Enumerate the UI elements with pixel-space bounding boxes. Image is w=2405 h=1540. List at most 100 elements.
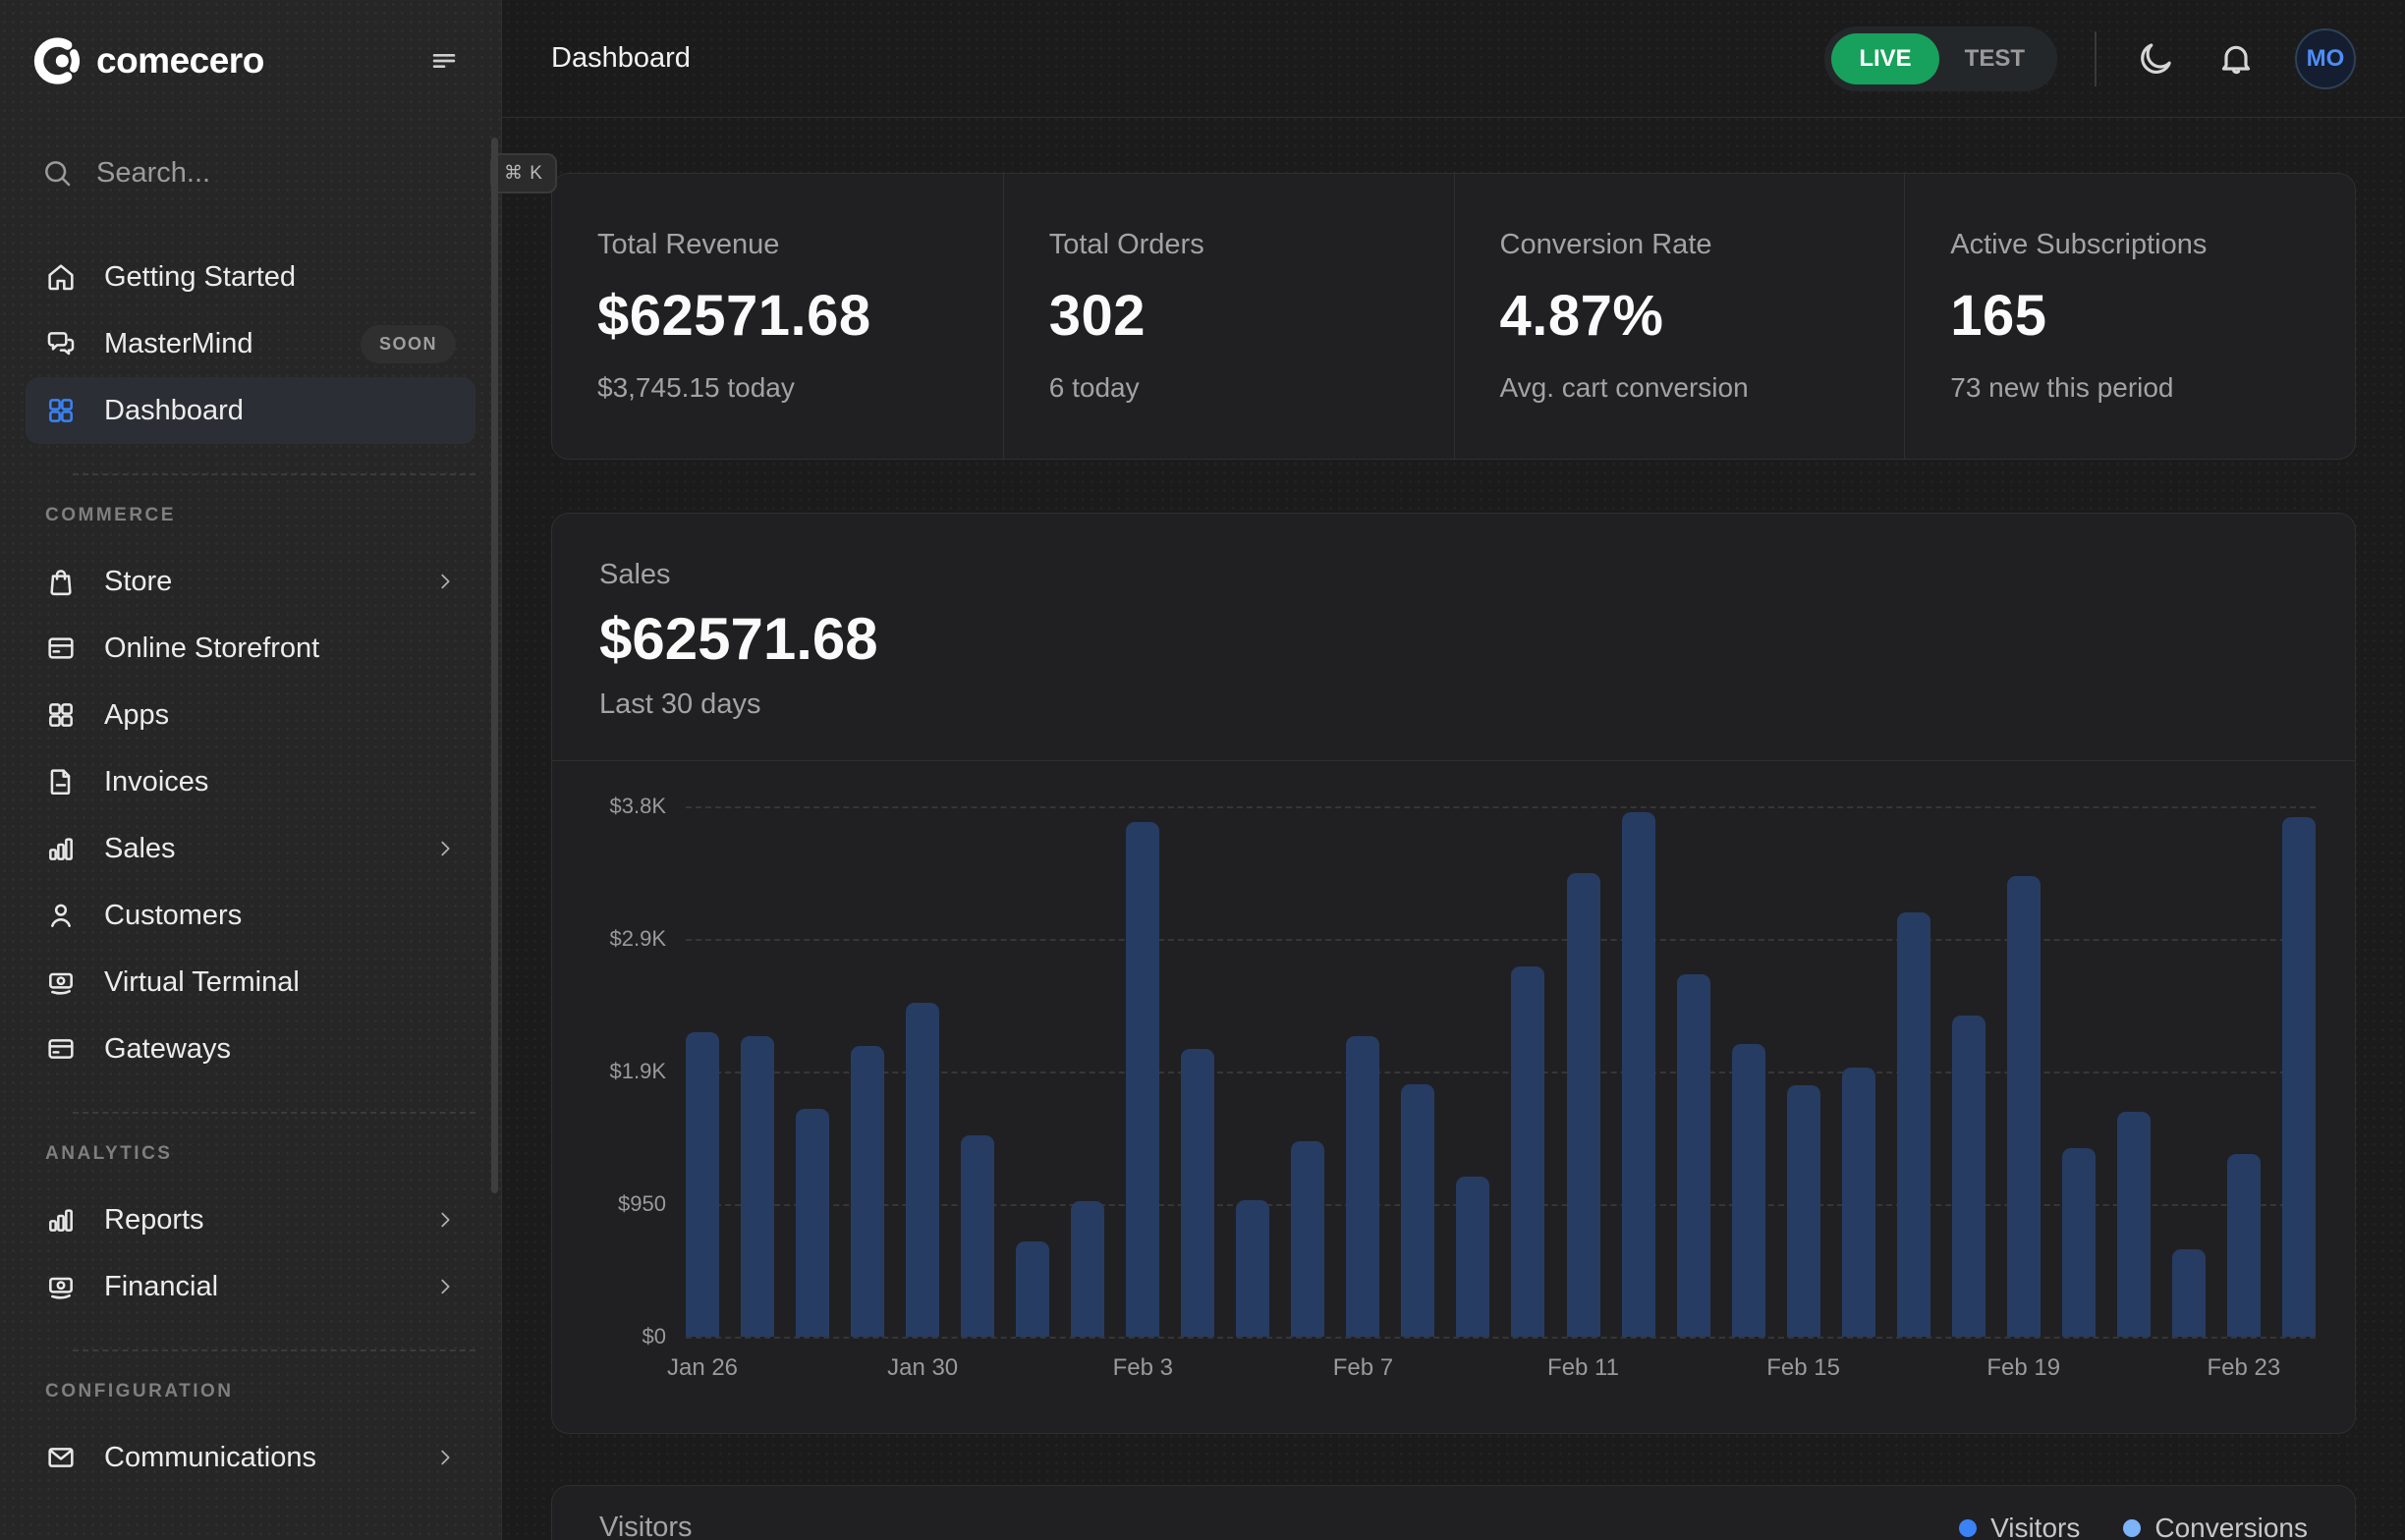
- cash-icon: [45, 1271, 77, 1302]
- bar-feb-16[interactable]: [1842, 1068, 1875, 1337]
- bar-feb-15[interactable]: [1787, 1085, 1820, 1337]
- bar-jan-29[interactable]: [851, 1046, 884, 1337]
- sidebar-item-getting-started[interactable]: Getting Started: [26, 244, 475, 310]
- bar-feb-18[interactable]: [1952, 1016, 1986, 1337]
- topbar-divider: [2095, 31, 2097, 86]
- user-avatar[interactable]: MO: [2295, 28, 2356, 89]
- visitors-card-title: Visitors: [599, 1512, 693, 1540]
- bar-feb-20[interactable]: [2062, 1148, 2096, 1337]
- x-axis-slot: [2062, 1354, 2096, 1394]
- bar-series: [686, 806, 2316, 1337]
- bar-feb-3[interactable]: [1126, 822, 1159, 1337]
- bar-feb-6[interactable]: [1291, 1141, 1324, 1337]
- logo[interactable]: comecero: [31, 35, 264, 86]
- sidebar-item-reports[interactable]: Reports: [26, 1186, 475, 1253]
- section-label-configuration: CONFIGURATION: [26, 1381, 475, 1402]
- x-axis-tick: Feb 11: [1547, 1354, 1619, 1382]
- y-axis-tick: $3.8K: [610, 794, 667, 819]
- stat-card-total-revenue: Total Revenue$62571.68$3,745.15 today: [552, 174, 1003, 459]
- bar-chart-icon: [45, 1204, 77, 1236]
- sidebar-item-mastermind[interactable]: MasterMindSOON: [26, 310, 475, 377]
- sidebar-item-communications[interactable]: Communications: [26, 1424, 475, 1491]
- bar-feb-8[interactable]: [1401, 1084, 1434, 1337]
- stat-label: Active Subscriptions: [1950, 229, 2310, 261]
- search-input[interactable]: [96, 157, 467, 190]
- invoice-icon: [45, 766, 77, 798]
- chevron-right-icon: [434, 1447, 456, 1468]
- sidebar-item-store[interactable]: Store: [26, 548, 475, 615]
- bar-feb-11[interactable]: [1567, 873, 1600, 1337]
- bar-feb-10[interactable]: [1511, 966, 1544, 1337]
- x-axis-tick: Jan 26: [667, 1354, 738, 1382]
- sidebar-item-invoices[interactable]: Invoices: [26, 748, 475, 815]
- x-axis-slot: Feb 7: [1346, 1354, 1379, 1394]
- x-axis-slot: [1677, 1354, 1710, 1394]
- bar-jan-28[interactable]: [796, 1109, 829, 1337]
- bar-feb-9[interactable]: [1456, 1177, 1489, 1337]
- bar-feb-4[interactable]: [1181, 1049, 1214, 1337]
- x-axis-slot: [1732, 1354, 1765, 1394]
- sidebar-item-dashboard[interactable]: Dashboard: [26, 377, 475, 444]
- bar-feb-5[interactable]: [1236, 1200, 1269, 1337]
- x-axis-slot: [1622, 1354, 1655, 1394]
- legend-label: Conversions: [2154, 1512, 2308, 1540]
- stats-summary-row: Total Revenue$62571.68$3,745.15 todayTot…: [551, 173, 2356, 460]
- sidebar-item-label: Invoices: [104, 766, 456, 798]
- y-axis-tick: $950: [618, 1191, 666, 1217]
- bar-jan-30[interactable]: [906, 1003, 939, 1337]
- x-axis-slot: [2172, 1354, 2206, 1394]
- bar-jan-27[interactable]: [741, 1036, 774, 1337]
- x-axis-tick: Jan 30: [887, 1354, 958, 1382]
- stat-subtext: $3,745.15 today: [597, 372, 958, 404]
- bar-feb-24[interactable]: [2282, 817, 2316, 1337]
- sidebar-item-financial[interactable]: Financial: [26, 1253, 475, 1320]
- legend-item-visitors: Visitors: [1959, 1512, 2080, 1540]
- sidebar-item-virtual-terminal[interactable]: Virtual Terminal: [26, 949, 475, 1016]
- bar-feb-7[interactable]: [1346, 1036, 1379, 1337]
- x-axis-slot: [1897, 1354, 1930, 1394]
- dark-mode-moon-icon[interactable]: [2134, 37, 2177, 81]
- bar-feb-21[interactable]: [2117, 1112, 2151, 1338]
- stat-card-total-orders: Total Orders3026 today: [1003, 174, 1454, 459]
- notifications-bell-icon[interactable]: [2214, 37, 2258, 81]
- stat-value: 4.87%: [1500, 283, 1860, 349]
- x-axis-slot: Feb 15: [1787, 1354, 1820, 1394]
- sidebar-item-apps[interactable]: Apps: [26, 682, 475, 748]
- stat-label: Conversion Rate: [1500, 229, 1860, 261]
- x-axis-slot: Feb 19: [2007, 1354, 2041, 1394]
- bar-feb-1[interactable]: [1016, 1241, 1049, 1337]
- x-axis-slot: Feb 11: [1567, 1354, 1600, 1394]
- bag-icon: [45, 566, 77, 597]
- chevron-right-icon: [434, 1209, 456, 1231]
- bar-feb-12[interactable]: [1622, 812, 1655, 1337]
- x-axis-slot: Jan 30: [906, 1354, 939, 1394]
- main-area: Dashboard LIVE TEST MO Total Revenue$625…: [502, 0, 2405, 1540]
- bar-feb-13[interactable]: [1677, 974, 1710, 1337]
- search-bar[interactable]: ⌘ K: [26, 141, 475, 204]
- bar-feb-14[interactable]: [1732, 1044, 1765, 1337]
- x-axis-tick: Feb 3: [1113, 1354, 1173, 1382]
- section-divider: [73, 473, 475, 475]
- bar-feb-23[interactable]: [2227, 1154, 2261, 1337]
- sidebar-item-gateways[interactable]: Gateways: [26, 1016, 475, 1082]
- sidebar-scrollbar[interactable]: [491, 138, 498, 1193]
- x-axis-slot: [1236, 1354, 1269, 1394]
- bar-feb-22[interactable]: [2172, 1249, 2206, 1337]
- topbar-controls: LIVE TEST MO: [1824, 27, 2356, 91]
- page-title: Dashboard: [551, 42, 691, 75]
- bar-feb-19[interactable]: [2007, 876, 2041, 1337]
- sidebar-item-online-storefront[interactable]: Online Storefront: [26, 615, 475, 682]
- live-toggle-button[interactable]: LIVE: [1831, 33, 1938, 84]
- sidebar-item-sales[interactable]: Sales: [26, 815, 475, 882]
- menu-icon[interactable]: [422, 39, 466, 82]
- section-divider: [73, 1349, 475, 1351]
- grid-icon: [45, 699, 77, 731]
- test-toggle-button[interactable]: TEST: [1939, 45, 2050, 73]
- bar-feb-2[interactable]: [1071, 1201, 1104, 1337]
- bar-feb-17[interactable]: [1897, 912, 1930, 1337]
- sidebar-item-customers[interactable]: Customers: [26, 882, 475, 949]
- bar-jan-31[interactable]: [961, 1135, 994, 1337]
- x-axis-slot: [1952, 1354, 1986, 1394]
- x-axis-slot: [1456, 1354, 1489, 1394]
- bar-jan-26[interactable]: [686, 1032, 719, 1337]
